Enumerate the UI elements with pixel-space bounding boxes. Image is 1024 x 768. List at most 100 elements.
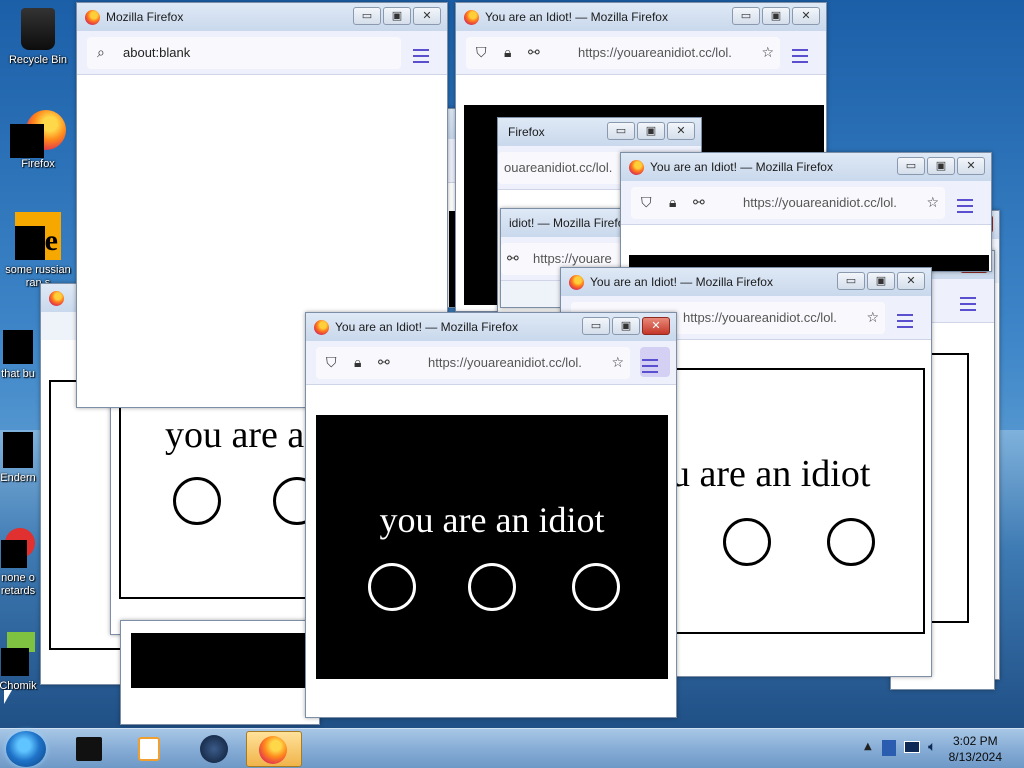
maximize-button[interactable]: ▣ [762,7,790,25]
menu-icon[interactable] [960,297,976,311]
file-icon [3,432,33,468]
maximize-button[interactable]: ▣ [383,7,411,25]
smiley-icon [723,518,771,566]
lock-icon[interactable]: 🔒︎ [504,45,511,61]
url-bar[interactable]: ⛉ 🔒︎ ⚯ https://youareanidiot.cc/lol. ☆ [631,187,945,219]
close-button[interactable]: ✕ [957,157,985,175]
browser-window-bottom[interactable] [120,620,320,725]
url-bar[interactable]: ⛉ 🔒︎ ⚯ https://youareanidiot.cc/lol. ☆ [466,37,780,69]
minimize-button[interactable]: ▭ [897,157,925,175]
maximize-button[interactable]: ▣ [927,157,955,175]
menu-icon[interactable] [897,314,913,328]
menu-icon[interactable] [792,49,808,63]
start-button[interactable] [6,731,46,767]
close-button[interactable]: ✕ [792,7,820,25]
firefox-desktop-icon[interactable]: Firefox [0,110,76,171]
file-icon [3,330,33,364]
star-icon[interactable]: ☆ [926,195,939,211]
url-text[interactable]: ouareanidiot.cc/lol. [504,160,612,175]
close-button[interactable]: ✕ [413,7,441,25]
app-icon: e [15,212,61,260]
shield-icon[interactable]: ⛉ [476,45,487,61]
taskbar-item-media[interactable] [120,731,176,767]
url-text[interactable]: https://youareanidiot.cc/lol. [578,45,732,60]
page-panel [131,633,319,688]
window-title: You are an Idiot! — Mozilla Firefox [590,275,773,289]
permissions-icon[interactable]: ⚯ [693,195,705,211]
url-text[interactable]: https://youareanidiot.cc/lol. [683,310,837,325]
clock-time: 3:02 PM [952,734,998,748]
display-icon[interactable] [904,741,920,753]
minimize-button[interactable]: ▭ [837,272,865,290]
firefox-icon [85,10,100,25]
close-button[interactable]: ✕ [667,122,695,140]
idiot-text: you are an idiot [379,500,605,540]
clock[interactable]: 3:02 PM 8/13/2024 [949,733,1002,765]
maximize-button[interactable]: ▣ [612,317,640,335]
permissions-icon[interactable]: ⚯ [507,251,519,267]
network-icon[interactable] [882,740,896,756]
page-panel: you are an idiot [316,415,668,679]
minimize-button[interactable]: ▭ [582,317,610,335]
star-icon[interactable]: ☆ [866,310,879,326]
close-button[interactable]: ✕ [897,272,925,290]
lock-icon[interactable]: 🔒︎ [354,355,361,371]
window-title: Firefox [508,125,545,139]
lock-icon[interactable]: 🔒︎ [669,195,676,211]
url-bar[interactable]: ⌕ about:blank [87,37,401,69]
window-title: You are an Idiot! — Mozilla Firefox [485,10,668,24]
smiley-icon [827,518,875,566]
url-text[interactable]: https://youareanidiot.cc/lol. [428,355,582,370]
app-menu-button[interactable] [640,347,670,377]
shield-icon[interactable]: ⛉ [641,195,652,211]
taskbar-item-firefox[interactable] [246,731,302,767]
file-icon [1,528,35,568]
recycle-bin-icon[interactable]: Recycle Bin [0,8,76,67]
window-titlebar[interactable]: idiot! — Mozilla Firefox [501,209,639,237]
smiley-icon [368,563,416,611]
window-title: idiot! — Mozilla Firefox [509,216,631,230]
maximize-button[interactable]: ▣ [867,272,895,290]
mouse-cursor-icon [4,690,12,704]
show-hidden-icons-icon[interactable]: ▲ [864,741,872,752]
menu-icon[interactable] [413,49,429,63]
search-icon: ⌕ [97,45,105,61]
firefox-icon [569,275,584,290]
permissions-icon[interactable]: ⚯ [528,45,540,61]
close-button[interactable]: ✕ [642,317,670,335]
star-icon[interactable]: ☆ [611,355,624,371]
window-titlebar[interactable]: You are an Idiot! — Mozilla Firefox ▭ ▣ … [621,153,991,181]
russian-file-icon[interactable]: e some russian ran.s [0,212,76,290]
star-icon[interactable]: ☆ [761,45,774,61]
shield-icon[interactable]: ⛉ [326,355,337,371]
taskbar: ▲ 🔈︎ 3:02 PM 8/13/2024 [0,728,1024,768]
smiley-icon [173,477,221,525]
maximize-button[interactable]: ▣ [637,122,665,140]
window-titlebar[interactable]: You are an Idiot! — Mozilla Firefox ▭ ▣ … [306,313,676,341]
window-title: You are an Idiot! — Mozilla Firefox [650,160,833,174]
url-bar[interactable]: ⛉ 🔒︎ ⚯ https://youareanidiot.cc/lol. ☆ [316,347,630,379]
window-titlebar[interactable]: Mozilla Firefox ▭ ▣ ✕ [77,3,447,31]
menu-icon[interactable] [957,199,973,213]
minimize-button[interactable]: ▭ [732,7,760,25]
window-titlebar[interactable]: Firefox ▭ ▣ ✕ [498,118,701,146]
window-titlebar[interactable]: You are an Idiot! — Mozilla Firefox ▭ ▣ … [561,268,931,296]
window-titlebar[interactable]: You are an Idiot! — Mozilla Firefox ▭ ▣ … [456,3,826,31]
browser-window-main[interactable]: You are an Idiot! — Mozilla Firefox ▭ ▣ … [305,312,677,718]
url-text[interactable]: https://youare [533,251,612,266]
minimize-button[interactable]: ▭ [607,122,635,140]
idiot-text: you are a [165,414,305,456]
browser-window-mid-right[interactable]: You are an Idiot! — Mozilla Firefox ▭ ▣ … [620,152,992,272]
taskbar-item-explorer[interactable] [60,731,116,767]
taskbar-item-app[interactable] [186,731,242,767]
url-text[interactable]: https://youareanidiot.cc/lol. [743,195,897,210]
minimize-button[interactable]: ▭ [353,7,381,25]
page-content: you are an idiot [306,385,676,717]
url-text[interactable]: about:blank [123,45,190,60]
smiley-icon [572,563,620,611]
firefox-icon [49,291,64,306]
firefox-icon [259,736,287,764]
firefox-icon [629,160,644,175]
speaker-icon[interactable]: 🔈︎ [928,739,936,755]
permissions-icon[interactable]: ⚯ [378,355,390,371]
